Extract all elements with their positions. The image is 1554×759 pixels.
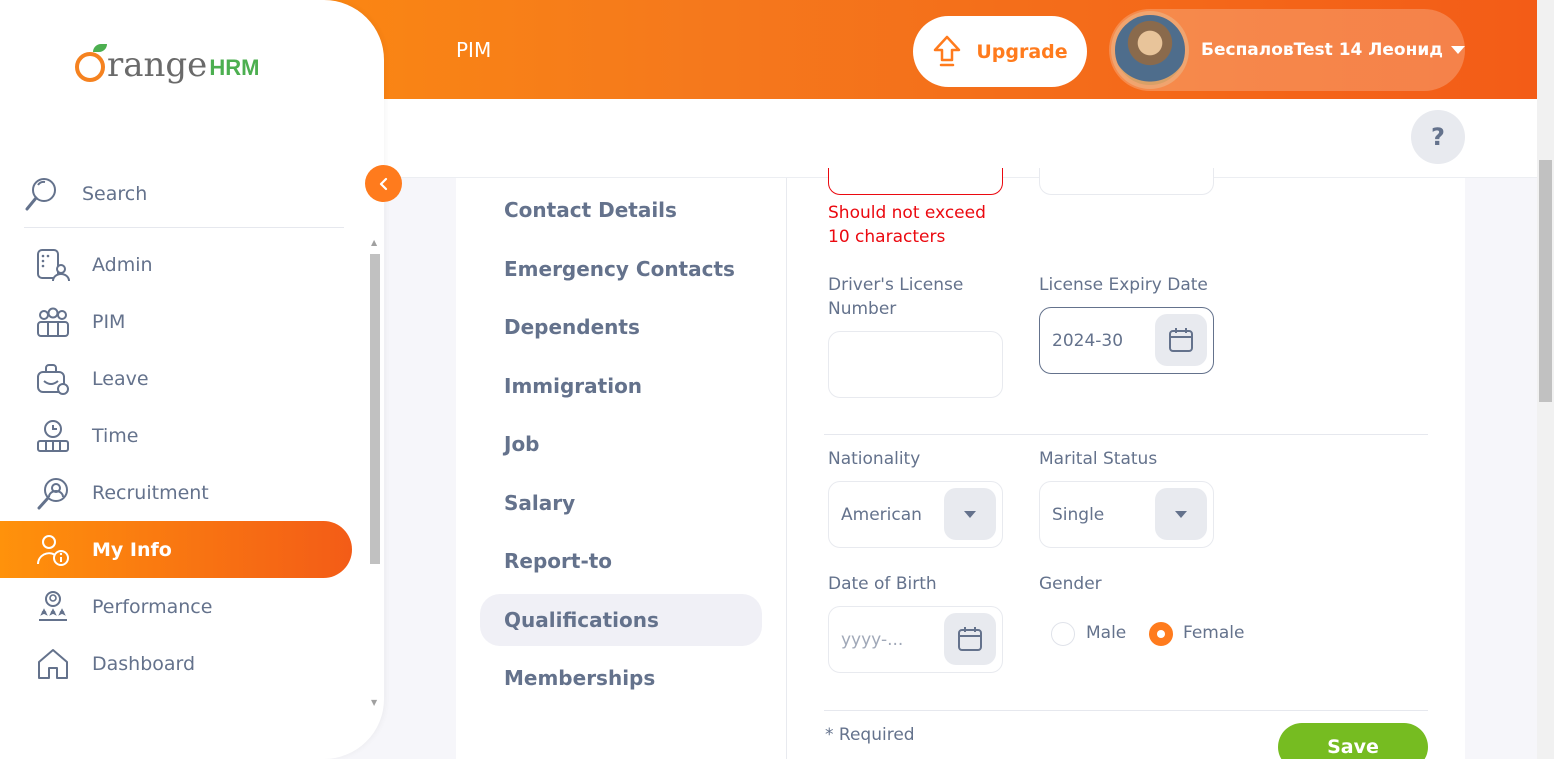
sidebar-item-label: Leave <box>92 367 149 390</box>
license-expiry-input[interactable]: 2024-30 <box>1039 307 1214 374</box>
sidebar-item-pim[interactable]: PIM <box>0 293 370 350</box>
tab-qualifications[interactable]: Qualifications <box>504 608 659 632</box>
license-expiry-value: 2024-30 <box>1052 330 1124 351</box>
nationality-label: Nationality <box>828 449 921 469</box>
calendar-button[interactable] <box>1155 314 1207 366</box>
sidebar-item-label: Time <box>92 424 139 447</box>
sidebar-scrollbar[interactable]: ▲ ▼ <box>369 238 381 710</box>
upgrade-button[interactable]: Upgrade <box>913 16 1087 87</box>
sidebar-item-label: My Info <box>92 538 172 561</box>
gender-male-label[interactable]: Male <box>1086 623 1126 643</box>
nationality-value: American <box>841 504 922 525</box>
search-icon <box>25 177 56 210</box>
ssn-input[interactable] <box>1039 168 1214 195</box>
recruitment-icon <box>35 475 71 511</box>
dob-input[interactable]: yyyy-... <box>828 606 1003 673</box>
tab-job[interactable]: Job <box>504 432 540 456</box>
sidebar-item-dashboard[interactable]: Dashboard <box>0 635 370 692</box>
tab-emergency-contacts[interactable]: Emergency Contacts <box>504 257 735 281</box>
caret-down-icon <box>1451 46 1465 54</box>
scroll-down-icon: ▼ <box>371 698 378 707</box>
nationality-dropdown-button[interactable] <box>944 488 996 540</box>
help-button[interactable]: ? <box>1411 110 1465 164</box>
other-id-input[interactable] <box>828 168 1003 195</box>
required-note: * Required <box>825 725 915 745</box>
user-dropdown[interactable]: БеспаловTest 14 Леонид <box>1109 9 1465 91</box>
pim-icon <box>35 304 71 340</box>
dob-label: Date of Birth <box>828 574 937 594</box>
tab-report-to[interactable]: Report-to <box>504 549 612 573</box>
license-expiry-label: License Expiry Date <box>1039 275 1208 295</box>
orangehrm-logo: range HRM <box>75 44 259 82</box>
error-message-line2: 10 characters <box>828 227 946 247</box>
sidebar-item-recruitment[interactable]: Recruitment <box>0 464 370 521</box>
marital-status-dropdown-button[interactable] <box>1155 488 1207 540</box>
search-label: Search <box>82 182 148 205</box>
sub-header <box>384 99 1537 178</box>
error-message-line1: Should not exceed <box>828 203 986 223</box>
sidebar-item-label: Recruitment <box>92 481 209 504</box>
sidebar-item-leave[interactable]: Leave <box>0 350 370 407</box>
marital-status-select[interactable]: Single <box>1039 481 1214 548</box>
drivers-license-label-line1: Driver's License <box>828 275 964 295</box>
avatar <box>1111 11 1189 89</box>
upgrade-label: Upgrade <box>976 40 1068 63</box>
page-scroll-thumb[interactable] <box>1539 160 1552 402</box>
save-button[interactable]: Save <box>1278 723 1428 759</box>
sidebar-scroll-thumb[interactable] <box>370 254 380 564</box>
tab-dependents[interactable]: Dependents <box>504 315 640 339</box>
tab-contact-details[interactable]: Contact Details <box>504 198 677 222</box>
leave-icon <box>35 361 71 397</box>
my-info-tabs: Contact Details Emergency Contacts Depen… <box>456 178 787 759</box>
sidebar-item-my-info[interactable]: My Info <box>0 521 352 578</box>
caret-down-icon <box>964 510 976 518</box>
sidebar-item-admin[interactable]: Admin <box>0 236 370 293</box>
drivers-license-input[interactable] <box>828 331 1003 398</box>
upgrade-arrow-icon <box>934 35 961 66</box>
main-menu: Admin PIM Leave Time Recruitment My Info… <box>0 236 370 692</box>
calendar-button[interactable] <box>944 613 996 665</box>
tab-immigration[interactable]: Immigration <box>504 374 642 398</box>
gender-male-radio[interactable] <box>1051 622 1075 646</box>
marital-status-label: Marital Status <box>1039 449 1158 469</box>
admin-icon <box>35 247 71 283</box>
user-name: БеспаловTest 14 Леонид <box>1201 40 1443 60</box>
dob-placeholder: yyyy-... <box>841 629 904 650</box>
page-scrollbar[interactable] <box>1537 0 1554 759</box>
gender-female-label[interactable]: Female <box>1183 623 1244 643</box>
section-divider <box>824 434 1428 435</box>
marital-status-value: Single <box>1052 504 1105 525</box>
time-icon <box>35 418 71 454</box>
calendar-icon <box>1169 328 1193 352</box>
tab-salary[interactable]: Salary <box>504 491 575 515</box>
my-info-icon <box>35 532 71 568</box>
sidebar-item-label: PIM <box>92 310 126 333</box>
sidebar-item-label: Performance <box>92 595 213 618</box>
sidebar-item-label: Dashboard <box>92 652 196 675</box>
sidebar-search[interactable]: Search <box>24 160 344 228</box>
sidebar-item-time[interactable]: Time <box>0 407 370 464</box>
gender-female-radio[interactable] <box>1149 622 1173 646</box>
module-title: PIM <box>456 38 492 62</box>
calendar-icon <box>958 627 982 651</box>
drivers-license-label-line2: Number <box>828 299 897 319</box>
chevron-left-icon <box>379 177 387 190</box>
section-divider <box>824 710 1428 711</box>
caret-down-icon <box>1175 510 1187 518</box>
nationality-select[interactable]: American <box>828 481 1003 548</box>
sidebar-collapse-button[interactable] <box>365 165 402 202</box>
sidebar: range HRM Search Admin PIM Leave Time Re… <box>0 0 384 759</box>
personal-details-card: Contact Details Emergency Contacts Depen… <box>456 168 1465 759</box>
tab-memberships[interactable]: Memberships <box>504 666 655 690</box>
performance-icon <box>35 589 71 625</box>
sidebar-item-performance[interactable]: Performance <box>0 578 370 635</box>
scroll-up-icon: ▲ <box>371 238 378 247</box>
sidebar-item-label: Admin <box>92 253 153 276</box>
dashboard-icon <box>35 646 71 682</box>
gender-label: Gender <box>1039 574 1102 594</box>
